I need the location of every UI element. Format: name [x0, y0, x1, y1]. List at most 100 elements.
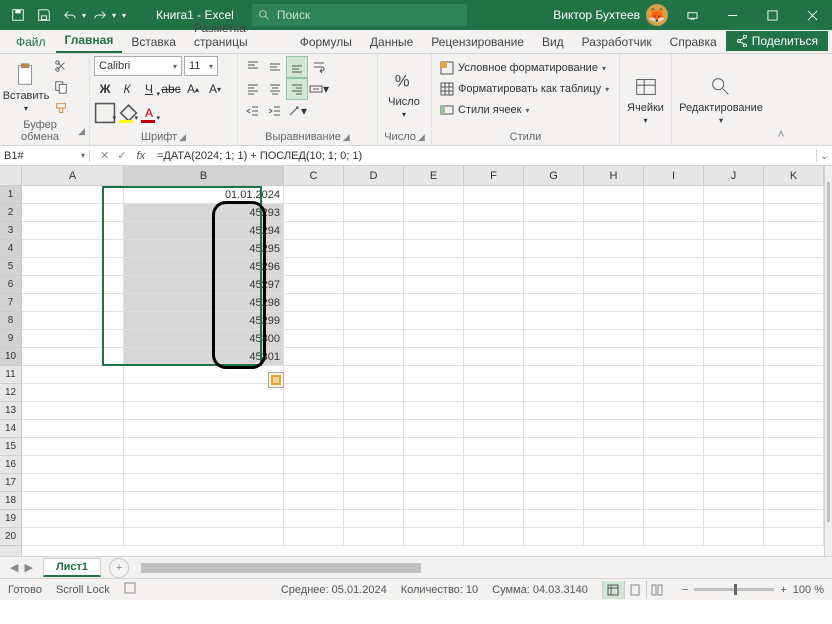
ribbon-display-icon[interactable]	[672, 0, 712, 30]
borders-button[interactable]: ▾	[94, 102, 116, 124]
tab-insert[interactable]: Вставка	[122, 31, 185, 53]
conditional-formatting-button[interactable]: Условное форматирование▾	[436, 58, 615, 78]
cell[interactable]	[284, 186, 344, 204]
user-account[interactable]: Виктор Бухтеев 🦊	[553, 4, 672, 26]
tab-review[interactable]: Рецензирование	[422, 31, 533, 53]
cell[interactable]	[22, 276, 124, 294]
autosave-icon[interactable]	[6, 3, 30, 27]
cell[interactable]	[344, 240, 404, 258]
cell[interactable]	[644, 258, 704, 276]
column-header[interactable]: G	[524, 166, 584, 185]
cell[interactable]	[124, 438, 284, 456]
cell[interactable]	[644, 294, 704, 312]
cell[interactable]	[124, 474, 284, 492]
cell[interactable]	[524, 474, 584, 492]
cell[interactable]	[584, 276, 644, 294]
column-header[interactable]: E	[404, 166, 464, 185]
cell[interactable]	[284, 294, 344, 312]
cell[interactable]	[464, 240, 524, 258]
cell[interactable]: 45296	[124, 258, 284, 276]
cell[interactable]	[344, 258, 404, 276]
increase-font-button[interactable]: A▴	[182, 78, 204, 100]
align-middle-button[interactable]	[264, 56, 286, 78]
cell[interactable]	[464, 402, 524, 420]
cell[interactable]	[644, 420, 704, 438]
cell[interactable]	[404, 348, 464, 366]
cell[interactable]	[584, 510, 644, 528]
cell[interactable]	[584, 294, 644, 312]
cell[interactable]: 45298	[124, 294, 284, 312]
cell[interactable]	[524, 186, 584, 204]
cell[interactable]	[344, 528, 404, 546]
fill-color-button[interactable]: ▾	[116, 102, 138, 124]
cell[interactable]	[644, 528, 704, 546]
cell[interactable]	[124, 456, 284, 474]
cell[interactable]	[584, 222, 644, 240]
qat-customize[interactable]: ▾	[122, 11, 126, 20]
cell[interactable]	[344, 456, 404, 474]
fx-icon[interactable]: fx	[136, 150, 145, 162]
cell[interactable]	[404, 186, 464, 204]
next-sheet-icon[interactable]: ▶	[24, 561, 32, 574]
font-size-select[interactable]: 11▾	[184, 56, 218, 76]
row-header[interactable]: 13	[0, 402, 21, 420]
cell[interactable]	[704, 420, 764, 438]
format-as-table-button[interactable]: Форматировать как таблицу▾	[436, 79, 615, 99]
cell[interactable]	[124, 402, 284, 420]
cell[interactable]	[704, 348, 764, 366]
tab-view[interactable]: Вид	[533, 31, 573, 53]
cell[interactable]	[124, 366, 284, 384]
cell[interactable]	[704, 240, 764, 258]
cell[interactable]	[284, 384, 344, 402]
increase-indent-button[interactable]	[264, 100, 286, 122]
cell[interactable]	[22, 186, 124, 204]
cell[interactable]	[704, 384, 764, 402]
cell[interactable]	[644, 312, 704, 330]
cell[interactable]	[124, 528, 284, 546]
cell[interactable]	[764, 474, 824, 492]
cell[interactable]	[464, 294, 524, 312]
cell[interactable]	[644, 204, 704, 222]
cell[interactable]	[704, 276, 764, 294]
font-color-button[interactable]: А▾	[138, 102, 160, 124]
cell[interactable]	[344, 330, 404, 348]
cell[interactable]	[404, 240, 464, 258]
column-header[interactable]: K	[764, 166, 824, 185]
decrease-indent-button[interactable]	[242, 100, 264, 122]
redo-dropdown[interactable]: ▾	[112, 11, 116, 20]
cell[interactable]	[764, 510, 824, 528]
cell[interactable]: 45297	[124, 276, 284, 294]
column-header[interactable]: C	[284, 166, 344, 185]
cell[interactable]	[644, 348, 704, 366]
cell[interactable]	[764, 384, 824, 402]
cell[interactable]	[284, 222, 344, 240]
cell[interactable]	[764, 366, 824, 384]
cell[interactable]	[284, 510, 344, 528]
cell[interactable]	[584, 474, 644, 492]
cell[interactable]	[344, 420, 404, 438]
cell[interactable]	[464, 474, 524, 492]
cell[interactable]	[764, 330, 824, 348]
cell[interactable]	[404, 204, 464, 222]
cell[interactable]	[644, 438, 704, 456]
cell[interactable]	[644, 276, 704, 294]
cell[interactable]	[764, 222, 824, 240]
cell[interactable]	[404, 294, 464, 312]
cell[interactable]	[404, 402, 464, 420]
row-header[interactable]: 7	[0, 294, 21, 312]
align-left-button[interactable]	[242, 78, 264, 100]
cell[interactable]	[464, 456, 524, 474]
cell[interactable]: 01.01.2024	[124, 186, 284, 204]
font-name-select[interactable]: Calibri▾	[94, 56, 182, 76]
row-header[interactable]: 19	[0, 510, 21, 528]
row-header[interactable]: 3	[0, 222, 21, 240]
undo-icon[interactable]	[58, 3, 82, 27]
cell[interactable]	[284, 312, 344, 330]
cell[interactable]	[404, 312, 464, 330]
cell[interactable]	[284, 438, 344, 456]
cell[interactable]	[22, 330, 124, 348]
cell[interactable]	[644, 384, 704, 402]
cell[interactable]	[404, 510, 464, 528]
cell[interactable]	[704, 330, 764, 348]
cell[interactable]	[524, 294, 584, 312]
